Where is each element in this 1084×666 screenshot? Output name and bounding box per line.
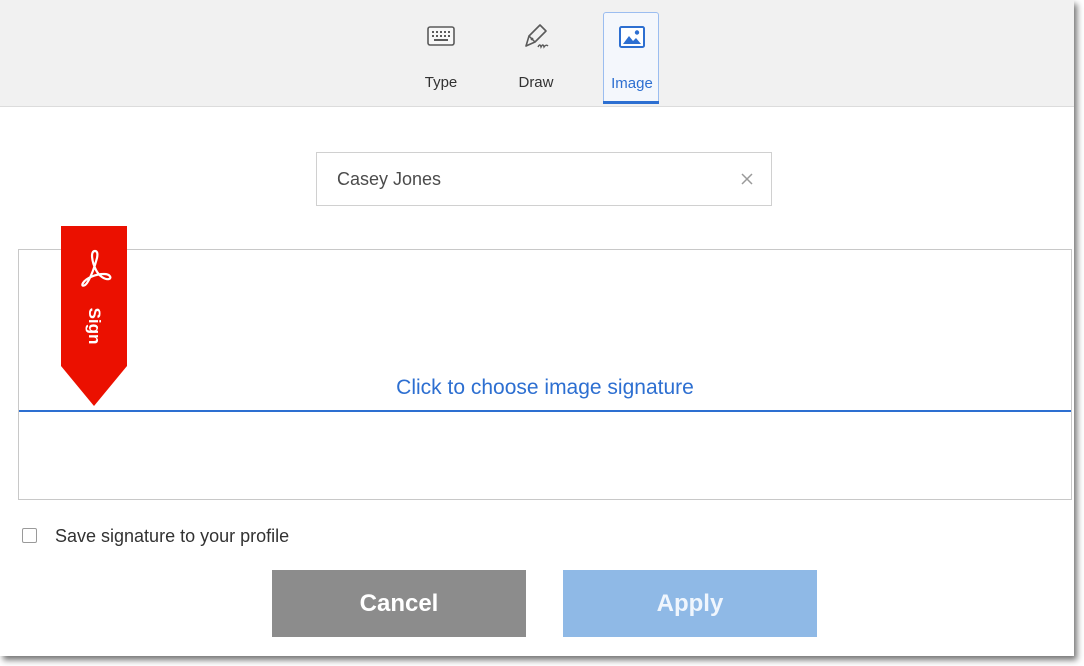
apply-button[interactable]: Apply — [563, 570, 817, 637]
image-icon — [619, 26, 645, 48]
cancel-button[interactable]: Cancel — [272, 570, 526, 637]
signature-mode-toolbar: Type Draw Image — [0, 0, 1074, 107]
image-signature-area[interactable]: Click to choose image signature — [18, 249, 1072, 500]
signature-baseline — [19, 410, 1071, 412]
save-signature-label[interactable]: Save signature to your profile — [55, 524, 289, 548]
tab-image-label: Image — [611, 75, 653, 92]
tab-draw[interactable]: Draw — [508, 12, 564, 104]
save-signature-checkbox[interactable] — [22, 528, 37, 543]
sign-label: Sign — [85, 307, 104, 345]
tab-draw-label: Draw — [518, 74, 554, 91]
pen-icon — [525, 24, 549, 50]
signature-dialog: Type Draw Image Click t — [0, 0, 1074, 656]
close-icon[interactable] — [737, 169, 757, 189]
tab-image[interactable]: Image — [603, 12, 659, 104]
tab-type-label: Type — [424, 74, 458, 91]
acrobat-logo-icon — [81, 249, 112, 287]
choose-image-prompt[interactable]: Click to choose image signature — [19, 376, 1071, 400]
sign-ribbon: Sign — [61, 226, 127, 408]
active-tab-indicator — [603, 101, 659, 104]
name-input[interactable] — [337, 153, 727, 205]
keyboard-icon — [427, 26, 455, 46]
tab-type[interactable]: Type — [413, 12, 469, 104]
name-field[interactable] — [316, 152, 772, 206]
